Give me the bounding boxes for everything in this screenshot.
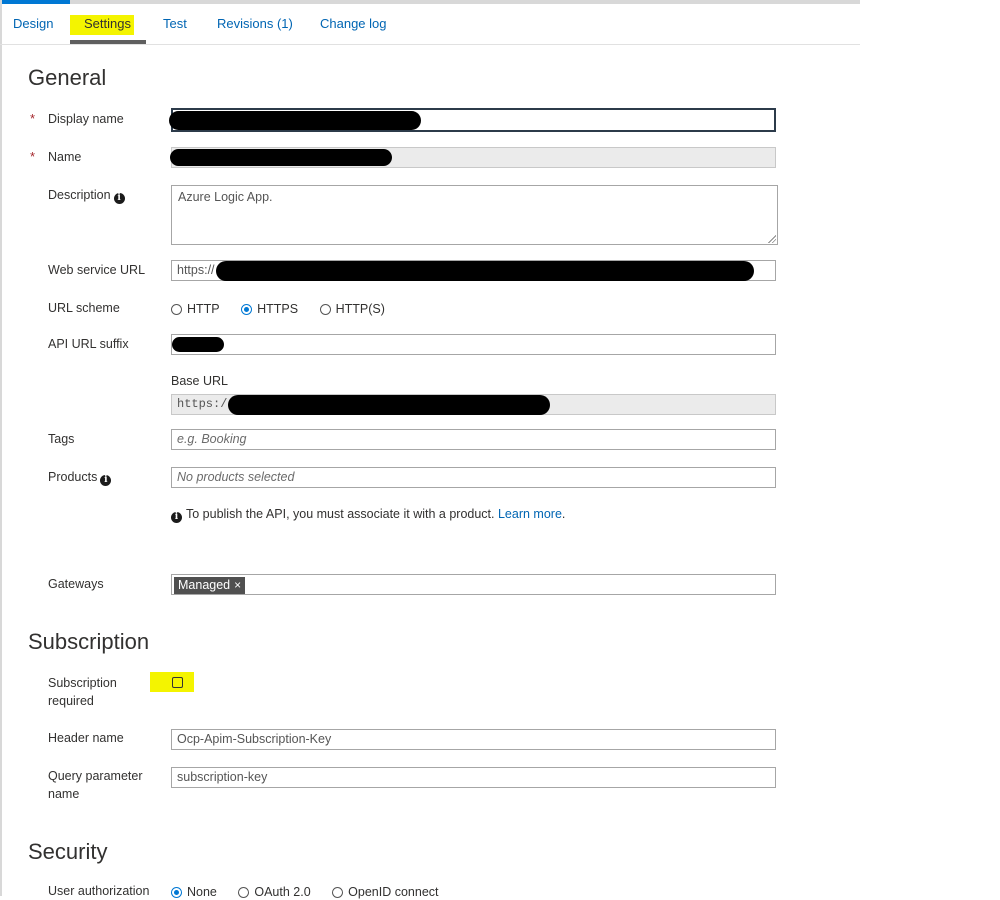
header-name-label: Header name <box>48 731 124 745</box>
info-icon: i <box>100 475 112 486</box>
query-parameter-name-label: Query parameter name <box>48 769 143 801</box>
tab-settings[interactable]: Settings <box>84 16 131 31</box>
info-icon: i <box>171 512 182 523</box>
base-url-field: https:/ <box>171 394 776 415</box>
products-input[interactable]: No products selected <box>171 467 776 488</box>
web-service-url-input[interactable]: https:// <box>171 260 776 281</box>
redaction <box>170 149 392 166</box>
required-mark: * <box>30 149 36 164</box>
subscription-required-checkbox[interactable] <box>172 677 183 688</box>
redaction <box>228 395 550 415</box>
resize-grip-icon[interactable] <box>768 235 776 243</box>
radio-icon[interactable] <box>238 887 250 898</box>
url-scheme-radio-group: HTTP HTTPS HTTP(S) <box>171 302 403 316</box>
header-name-value: Ocp-Apim-Subscription-Key <box>177 732 332 746</box>
section-title-security: Security <box>28 839 108 864</box>
gateway-chip: Managed × <box>174 577 246 594</box>
url-scheme-option-https[interactable]: HTTPS <box>241 302 298 316</box>
tab-revisions[interactable]: Revisions (1) <box>217 16 293 31</box>
products-label: Products i <box>48 468 112 486</box>
active-tab-indicator <box>70 40 146 44</box>
tags-input[interactable]: e.g. Booking <box>171 429 776 450</box>
api-url-suffix-input[interactable] <box>171 334 776 355</box>
radio-icon[interactable] <box>332 887 344 898</box>
display-name-input[interactable] <box>169 108 776 132</box>
redaction <box>172 337 224 352</box>
radio-icon[interactable] <box>319 304 331 315</box>
user-auth-option-none[interactable]: None <box>171 885 217 899</box>
gateways-label: Gateways <box>48 577 104 591</box>
radio-icon[interactable] <box>171 304 182 315</box>
query-parameter-name-input[interactable]: subscription-key <box>171 767 776 788</box>
user-auth-option-oauth[interactable]: OAuth 2.0 <box>238 885 311 899</box>
close-icon[interactable]: × <box>234 578 241 592</box>
redaction <box>216 261 754 281</box>
base-url-prefix: https:/ <box>177 397 228 411</box>
user-auth-option-openid[interactable]: OpenID connect <box>332 885 439 899</box>
info-icon: i <box>113 193 125 204</box>
header-name-input[interactable]: Ocp-Apim-Subscription-Key <box>171 729 776 750</box>
section-title-subscription: Subscription <box>28 629 150 654</box>
tab-change-log[interactable]: Change log <box>320 16 387 31</box>
learn-more-link[interactable]: Learn more <box>498 507 562 521</box>
web-service-url-prefix: https:// <box>177 263 215 277</box>
tab-bar: Design Settings Test Revisions (1) Chang… <box>0 4 860 45</box>
tags-placeholder: e.g. Booking <box>177 432 247 446</box>
radio-selected-icon[interactable] <box>171 887 182 898</box>
description-label: Description i <box>48 186 125 204</box>
query-parameter-name-value: subscription-key <box>177 770 268 784</box>
user-authorization-label: User authorization <box>48 884 150 898</box>
tags-label: Tags <box>48 432 75 446</box>
tab-test[interactable]: Test <box>163 16 187 31</box>
name-label: Name <box>48 150 82 164</box>
api-url-suffix-label: API URL suffix <box>48 337 129 351</box>
url-scheme-option-https-both[interactable]: HTTP(S) <box>319 302 385 316</box>
description-textarea[interactable]: Azure Logic App. <box>171 185 778 245</box>
required-mark: * <box>30 111 36 126</box>
name-input[interactable] <box>170 147 776 168</box>
web-service-url-label: Web service URL <box>48 263 146 277</box>
radio-selected-icon[interactable] <box>241 304 253 315</box>
base-url-label: Base URL <box>171 374 228 388</box>
display-name-label: Display name <box>48 112 124 126</box>
tab-design[interactable]: Design <box>13 16 53 31</box>
subscription-required-label: Subscription required <box>48 676 117 708</box>
section-title-general: General <box>28 65 107 90</box>
user-authorization-radio-group: None OAuth 2.0 OpenID connect <box>171 885 457 899</box>
gateways-input[interactable]: Managed × <box>171 574 776 595</box>
description-value: Azure Logic App. <box>178 190 273 204</box>
panel-left-rule <box>0 0 2 896</box>
products-note: i To publish the API, you must associate … <box>171 507 565 523</box>
url-scheme-label: URL scheme <box>48 301 120 315</box>
url-scheme-option-http[interactable]: HTTP <box>171 302 220 316</box>
settings-panel: Design Settings Test Revisions (1) Chang… <box>0 0 860 899</box>
products-placeholder: No products selected <box>177 470 295 484</box>
redaction <box>169 111 421 130</box>
